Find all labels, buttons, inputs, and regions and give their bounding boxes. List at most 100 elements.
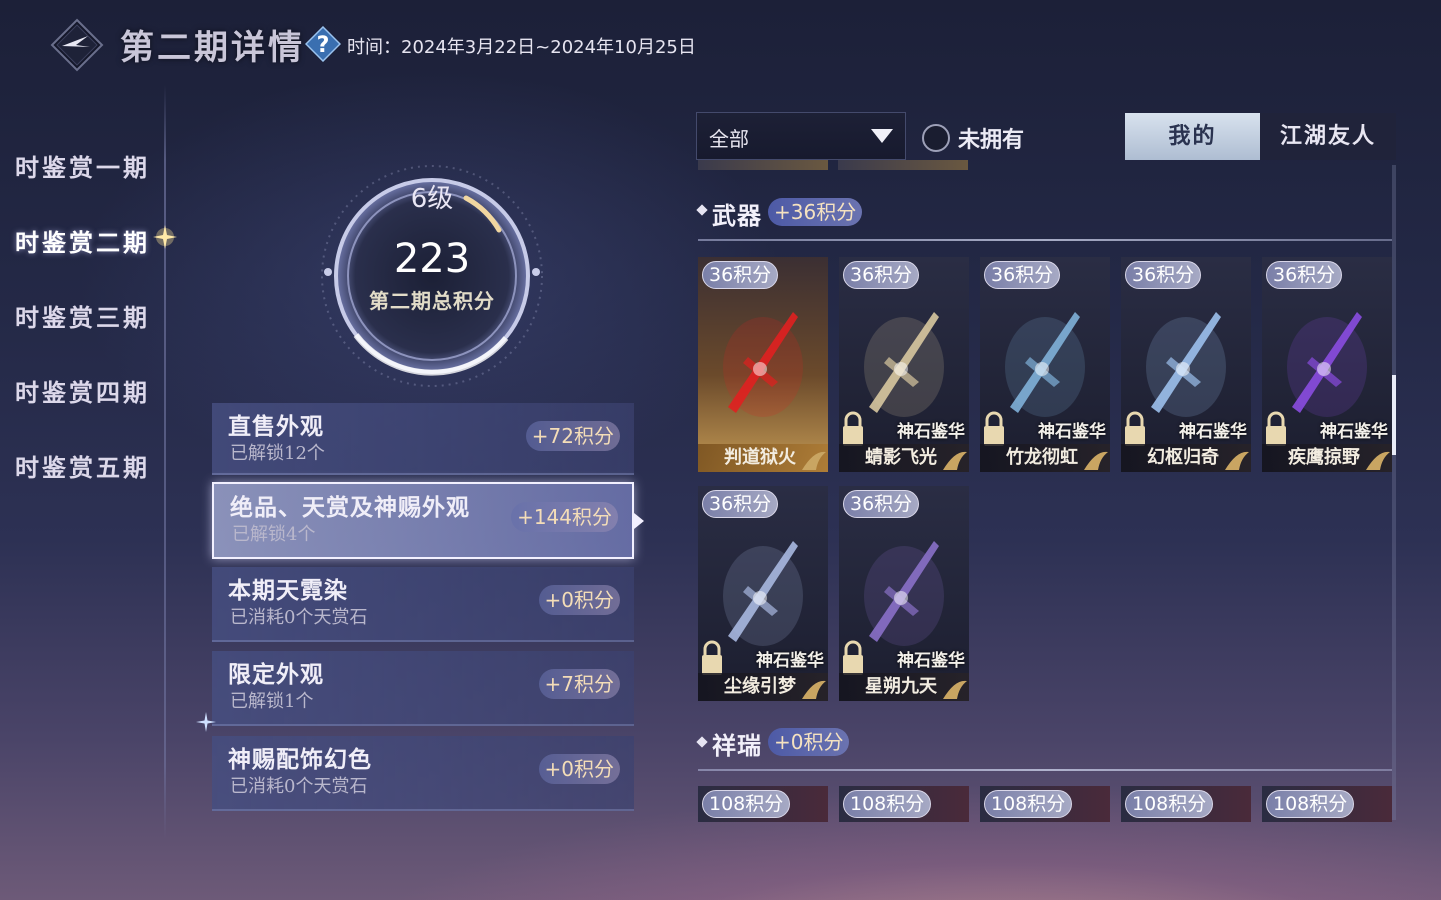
scrollbar-thumb[interactable]: [1392, 375, 1396, 455]
lock-icon: [702, 640, 722, 675]
period-value: 2024年3月22日~2024年10月25日: [401, 37, 696, 58]
section-bullet-icon: [696, 204, 708, 216]
card-points-badge: 108积分: [702, 790, 791, 818]
weapon-artwork: [723, 312, 803, 417]
category-accessory-colors[interactable]: 神赐配饰幻色 已消耗0个天赏石 +0积分: [212, 736, 634, 811]
section-title-weapons: 武器: [712, 201, 762, 230]
auspicious-card[interactable]: 108积分: [839, 786, 969, 822]
card-points-badge: 36积分: [1266, 261, 1343, 289]
lock-icon: [1125, 411, 1145, 446]
corner-ornament-icon: [802, 680, 826, 699]
category-subtitle: 已解锁4个: [232, 524, 316, 545]
auspicious-card[interactable]: 108积分: [1262, 786, 1392, 822]
section-bullet-icon: [696, 736, 708, 748]
nav-item-period-5[interactable]: 时鉴赏五期: [15, 448, 150, 483]
card-points-badge: 36积分: [843, 261, 920, 289]
category-limited[interactable]: 限定外观 已解锁1个 +7积分: [212, 651, 634, 726]
tab-mine[interactable]: 我的: [1125, 113, 1260, 160]
period-label: 时间：: [347, 37, 401, 58]
weapon-card[interactable]: 36积分 神石鉴华 竹龙彻虹: [980, 257, 1110, 472]
card-tag: 神石鉴华: [897, 422, 965, 442]
svg-text:?: ?: [317, 33, 330, 58]
nav-item-period-4[interactable]: 时鉴赏四期: [15, 373, 150, 408]
weapon-card[interactable]: 36积分 神石鉴华 疾鹰掠野: [1262, 257, 1392, 472]
category-points-badge: +144积分: [511, 502, 618, 532]
card-points-badge: 108积分: [1266, 790, 1355, 818]
category-title: 本期天霓染: [228, 577, 348, 604]
category-points-badge: +7积分: [538, 669, 620, 699]
lock-icon: [843, 411, 863, 446]
auspicious-card[interactable]: 108积分: [1121, 786, 1251, 822]
card-points-badge: 108积分: [984, 790, 1073, 818]
lock-icon: [1266, 411, 1286, 446]
card-tag: 神石鉴华: [1320, 422, 1388, 442]
category-points-badge: +0积分: [538, 754, 620, 784]
active-arrow-icon: [634, 513, 644, 529]
category-title: 绝品、天赏及神赐外观: [230, 494, 470, 521]
card-tag: 神石鉴华: [897, 651, 965, 671]
radio-circle: [922, 124, 950, 152]
corner-ornament-icon: [943, 451, 967, 470]
category-points-badge: +0积分: [538, 585, 620, 615]
weapon-card[interactable]: 36积分 神石鉴华 尘缘引梦: [698, 486, 828, 701]
card-tag: 神石鉴华: [1179, 422, 1247, 442]
weapon-card[interactable]: 36积分 神石鉴华 幻枢归奇: [1121, 257, 1251, 472]
category-points-badge: +72积分: [525, 421, 620, 451]
event-period: 时间：2024年3月22日~2024年10月25日: [347, 33, 696, 59]
lock-icon: [984, 411, 1004, 446]
category-subtitle: 已解锁12个: [230, 443, 325, 464]
help-icon[interactable]: ?: [304, 25, 342, 63]
auspicious-card[interactable]: 108积分: [698, 786, 828, 822]
card-points-badge: 36积分: [984, 261, 1061, 289]
corner-ornament-icon: [1084, 451, 1108, 470]
card-tag: 神石鉴华: [756, 651, 824, 671]
nav-item-period-3[interactable]: 时鉴赏三期: [15, 298, 150, 333]
tab-friends[interactable]: 江湖友人: [1260, 113, 1396, 160]
level-value: 6级: [410, 184, 454, 214]
back-button[interactable]: [50, 18, 104, 72]
corner-ornament-icon: [1225, 451, 1249, 470]
card-points-badge: 108积分: [843, 790, 932, 818]
scrollbar-track[interactable]: [1392, 165, 1396, 820]
section-points-weapons: +36积分: [768, 198, 863, 226]
category-title: 限定外观: [228, 661, 324, 688]
partial-card-strip: [698, 160, 828, 170]
nav-item-period-1[interactable]: 时鉴赏一期: [15, 148, 150, 183]
category-subtitle: 已消耗0个天赏石: [230, 776, 368, 797]
category-title: 直售外观: [228, 413, 324, 440]
section-title-auspicious: 祥瑞: [712, 731, 762, 760]
card-points-badge: 36积分: [843, 490, 920, 518]
sparkle-icon: [196, 712, 216, 732]
category-subtitle: 已解锁1个: [230, 691, 314, 712]
unowned-filter-toggle[interactable]: 未拥有: [922, 122, 1042, 154]
card-points-badge: 36积分: [702, 261, 779, 289]
corner-ornament-icon: [943, 680, 967, 699]
category-subtitle: 已消耗0个天赏石: [230, 607, 368, 628]
category-direct-sale[interactable]: 直售外观 已解锁12个 +72积分: [212, 403, 634, 475]
card-points-badge: 36积分: [1125, 261, 1202, 289]
chevron-down-icon: [871, 129, 893, 143]
weapon-card[interactable]: 36积分 判道狱火: [698, 257, 828, 472]
section-divider: [698, 239, 1392, 241]
back-arrow-icon: [50, 18, 104, 72]
unowned-filter-label: 未拥有: [958, 127, 1025, 153]
lock-icon: [843, 640, 863, 675]
total-score-value: 223: [393, 236, 471, 282]
nav-divider: [164, 85, 166, 840]
weapon-card[interactable]: 36积分 神石鉴华 星朔九天: [839, 486, 969, 701]
nav-item-period-2[interactable]: 时鉴赏二期: [15, 223, 150, 258]
auspicious-card[interactable]: 108积分: [980, 786, 1110, 822]
card-tag: 神石鉴华: [1038, 422, 1106, 442]
category-title: 神赐配饰幻色: [228, 746, 372, 773]
active-sparkle-icon: [152, 224, 178, 250]
partial-card-strip: [838, 160, 968, 170]
category-premium[interactable]: 绝品、天赏及神赐外观 已解锁4个 +144积分: [212, 482, 634, 559]
card-points-badge: 108积分: [1125, 790, 1214, 818]
weapon-card[interactable]: 36积分 神石鉴华 蜻影飞光: [839, 257, 969, 472]
section-points-auspicious: +0积分: [768, 728, 850, 756]
filter-dropdown-value: 全部: [709, 127, 749, 151]
page-title: 第二期详情: [120, 28, 305, 68]
category-dye[interactable]: 本期天霓染 已消耗0个天赏石 +0积分: [212, 567, 634, 642]
corner-ornament-icon: [1366, 451, 1390, 470]
filter-dropdown[interactable]: 全部: [696, 112, 906, 160]
